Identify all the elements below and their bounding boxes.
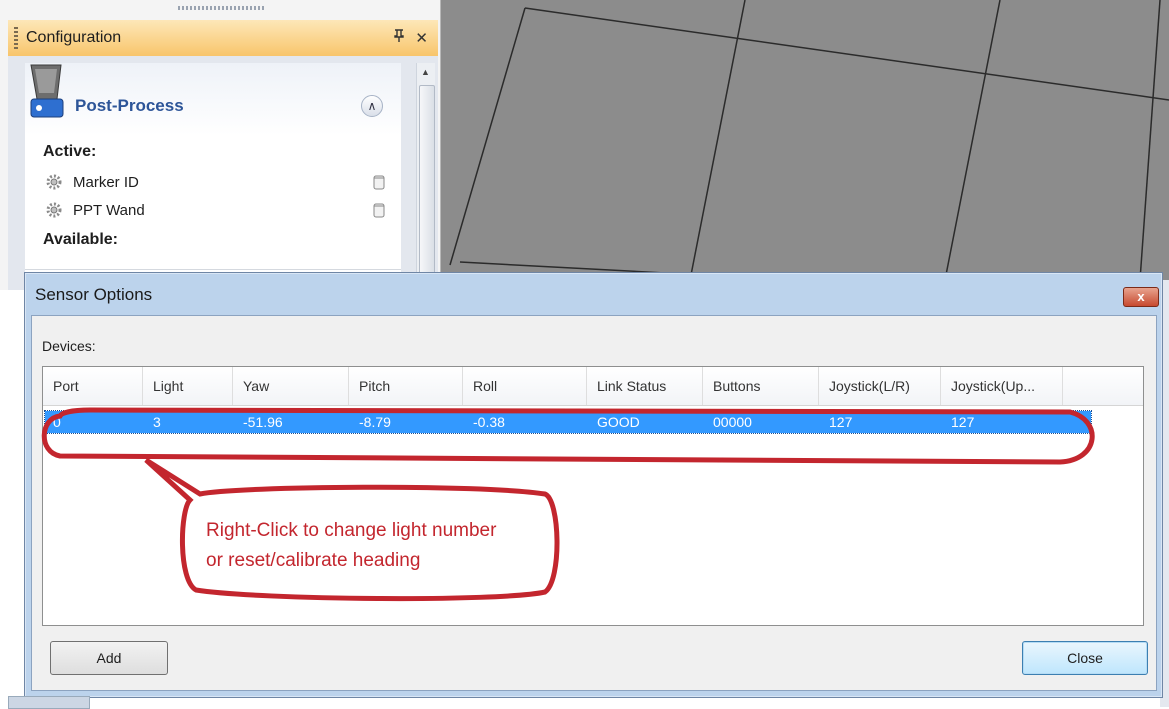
bottom-dock-tab[interactable] (8, 696, 90, 709)
add-button[interactable]: Add (50, 641, 168, 675)
trash-icon[interactable] (373, 174, 385, 190)
dialog-body: Devices: Port Light Yaw Pitch Roll Link … (31, 315, 1157, 691)
callout-line-2: or reset/calibrate heading (206, 550, 421, 571)
3d-viewport[interactable] (440, 0, 1169, 280)
column-header-light[interactable]: Light (143, 367, 233, 405)
header-grip[interactable] (14, 27, 18, 49)
pin-icon[interactable] (393, 29, 405, 47)
column-header-link-status[interactable]: Link Status (587, 367, 703, 405)
configuration-header[interactable]: Configuration ✕ (8, 20, 438, 57)
configuration-panel: Configuration ✕ Post-Process ∧ Active: M… (0, 0, 441, 292)
cell-joystick-ud: 127 (951, 414, 975, 430)
dock-grip[interactable] (178, 6, 266, 10)
close-button[interactable]: Close (1022, 641, 1148, 675)
gear-icon (46, 174, 62, 190)
cell-light: 3 (153, 414, 161, 430)
gear-icon (46, 202, 62, 218)
dialog-title: Sensor Options (35, 285, 153, 304)
cell-yaw: -51.96 (243, 414, 283, 430)
column-header-port[interactable]: Port (43, 367, 143, 405)
callout-line-1: Right-Click to change light number (206, 520, 497, 541)
list-header: Port Light Yaw Pitch Roll Link Status Bu… (43, 367, 1143, 406)
configuration-body: Post-Process ∧ Active: Marker ID PPT Wan… (8, 56, 438, 292)
list-item-ppt-wand[interactable]: PPT Wand (45, 199, 385, 221)
dialog-close-button[interactable]: x (1123, 287, 1159, 307)
list-item-marker-id[interactable]: Marker ID (45, 171, 385, 193)
viewport-grid (449, 0, 1169, 280)
close-icon[interactable]: ✕ (415, 29, 428, 47)
column-header-buttons[interactable]: Buttons (703, 367, 819, 405)
trash-icon[interactable] (373, 202, 385, 218)
devices-list[interactable]: Port Light Yaw Pitch Roll Link Status Bu… (42, 366, 1144, 626)
item-label: Marker ID (73, 173, 139, 191)
sensor-options-dialog: Sensor Options x Devices: Port Light Yaw… (24, 272, 1163, 698)
column-header-yaw[interactable]: Yaw (233, 367, 349, 405)
available-section-label: Available: (43, 231, 118, 248)
cell-pitch: -8.79 (359, 414, 391, 430)
item-label: PPT Wand (73, 201, 145, 219)
table-row[interactable]: 0 3 -51.96 -8.79 -0.38 GOOD 00000 127 12… (44, 410, 1092, 434)
cell-link-status: GOOD (597, 414, 640, 430)
collapse-button[interactable]: ∧ (361, 95, 383, 117)
scrollbar-thumb[interactable] (419, 85, 435, 292)
devices-label: Devices: (42, 338, 96, 354)
column-header-roll[interactable]: Roll (463, 367, 587, 405)
scroll-up-icon[interactable]: ▲ (421, 67, 430, 77)
post-process-title: Post-Process (75, 96, 184, 115)
post-process-panel: Post-Process ∧ Active: Marker ID PPT Wan… (25, 63, 401, 291)
cell-port: 0 (53, 414, 61, 430)
column-header-joystick-ud[interactable]: Joystick(Up... (941, 367, 1063, 405)
configuration-title: Configuration (26, 29, 122, 46)
post-process-header[interactable]: Post-Process ∧ (25, 63, 401, 135)
column-header-pitch[interactable]: Pitch (349, 367, 463, 405)
callout-text: Right-Click to change light number or re… (206, 516, 546, 576)
column-header-joystick-lr[interactable]: Joystick(L/R) (819, 367, 941, 405)
chevron-up-icon: ∧ (367, 99, 377, 113)
cell-roll: -0.38 (473, 414, 505, 430)
blender-icon (30, 64, 64, 118)
vertical-scrollbar[interactable]: ▲ (416, 63, 435, 292)
active-section-label: Active: (43, 143, 97, 160)
close-icon: x (1137, 289, 1145, 304)
cell-joystick-lr: 127 (829, 414, 853, 430)
cell-buttons: 00000 (713, 414, 752, 430)
